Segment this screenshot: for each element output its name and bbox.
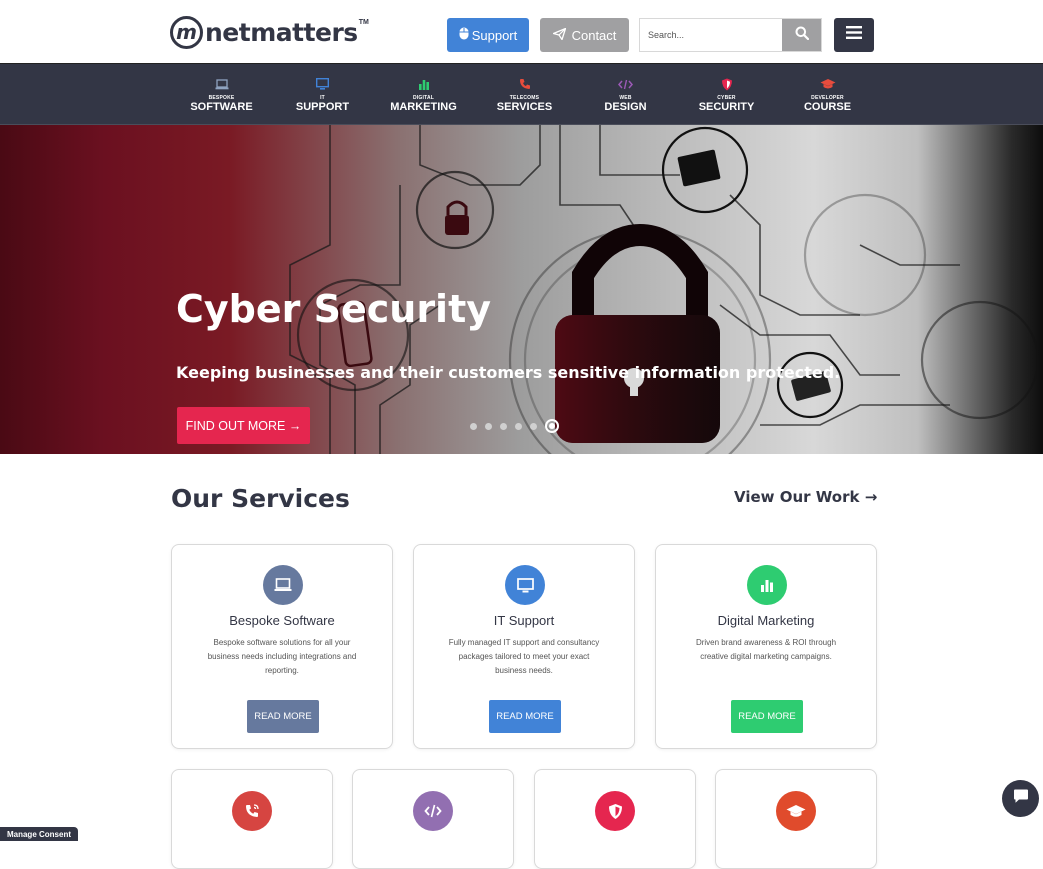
service-card-digital-marketing[interactable]: Digital Marketing Driven brand awareness… <box>655 544 877 749</box>
chat-bubble-icon <box>1013 788 1029 809</box>
nav-item-bespoke-software[interactable]: BESPOKE SOFTWARE <box>171 64 272 126</box>
nav-big-label: SUPPORT <box>295 101 350 113</box>
nav-big-label: DESIGN <box>604 101 647 113</box>
carousel-dots <box>470 419 559 433</box>
netmatters-logo[interactable]: m netmatters TM <box>170 15 369 49</box>
card-description: Driven brand awareness & ROI through cre… <box>695 638 837 661</box>
search-icon <box>795 26 809 45</box>
read-more-button[interactable]: READ MORE <box>731 700 803 733</box>
code-icon <box>413 791 453 831</box>
search-button[interactable] <box>782 19 821 51</box>
service-card-telecoms[interactable] <box>171 769 333 869</box>
nav-item-it-support[interactable]: IT SUPPORT <box>272 64 373 126</box>
carousel-dot-active[interactable] <box>545 419 559 433</box>
nav-big-label: SECURITY <box>698 101 755 113</box>
nav-big-label: COURSE <box>803 101 852 113</box>
monitor-icon <box>505 565 545 605</box>
phone-icon <box>517 77 533 91</box>
logo-mark: m <box>170 15 203 49</box>
services-nav-bar: BESPOKE SOFTWARE IT SUPPORT DIGITAL MARK… <box>0 63 1043 125</box>
hero-banner: Cyber Security Keeping businesses and th… <box>0 125 1043 454</box>
manage-consent-tab[interactable]: Manage Consent <box>0 827 78 841</box>
find-out-more-button[interactable]: FIND OUT MORE → <box>177 407 310 444</box>
contact-button[interactable]: Contact <box>540 18 629 52</box>
service-card-bespoke-software[interactable]: Bespoke Software Bespoke software soluti… <box>171 544 393 749</box>
view-our-work-link[interactable]: View Our Work → <box>734 488 877 506</box>
carousel-dot[interactable] <box>485 422 492 430</box>
service-card-cyber-security[interactable] <box>534 769 696 869</box>
phone-icon <box>232 791 272 831</box>
carousel-dot[interactable] <box>470 422 477 430</box>
card-title: Digital Marketing <box>717 613 815 628</box>
site-header: m netmatters TM Support Contact <box>0 0 1043 63</box>
laptop-icon <box>214 77 230 91</box>
card-title: IT Support <box>493 613 555 628</box>
nav-item-web-design[interactable]: WEB DESIGN <box>575 64 676 126</box>
nav-item-cyber-security[interactable]: CYBER SECURITY <box>676 64 777 126</box>
logo-text: netmatters <box>205 17 358 47</box>
hero-background-art <box>289 125 1040 454</box>
nav-item-digital-marketing[interactable]: DIGITAL MARKETING <box>373 64 474 126</box>
graduation-cap-icon <box>776 791 816 831</box>
service-card-web-design[interactable] <box>352 769 514 869</box>
services-heading: Our Services <box>171 484 350 513</box>
hamburger-icon <box>846 26 862 44</box>
nav-big-label: SOFTWARE <box>190 101 253 113</box>
chart-icon <box>747 565 787 605</box>
chat-button[interactable] <box>1002 780 1039 817</box>
nav-big-label: MARKETING <box>390 101 457 113</box>
hamburger-menu-button[interactable] <box>834 18 874 52</box>
shield-icon <box>595 791 635 831</box>
support-label: Support <box>471 27 518 43</box>
search-box <box>639 18 822 52</box>
hero-subtitle: Keeping businesses and their customers s… <box>176 363 841 382</box>
search-input[interactable] <box>640 19 782 51</box>
monitor-icon <box>315 77 331 91</box>
support-button[interactable]: Support <box>447 18 529 52</box>
carousel-dot[interactable] <box>530 422 537 430</box>
read-more-button[interactable]: READ MORE <box>489 700 561 733</box>
chart-icon <box>416 77 432 91</box>
laptop-icon <box>263 565 303 605</box>
graduation-cap-icon <box>820 77 836 91</box>
read-more-button[interactable]: READ MORE <box>247 700 319 733</box>
code-icon <box>618 77 634 91</box>
logo-trademark: TM <box>358 18 369 26</box>
mouse-icon <box>459 27 469 43</box>
card-description: Fully managed IT support and consultancy… <box>448 638 600 675</box>
shield-icon <box>719 77 735 91</box>
hero-title: Cyber Security <box>176 287 492 331</box>
carousel-dot[interactable] <box>515 422 522 430</box>
service-card-it-support[interactable]: IT Support Fully managed IT support and … <box>413 544 635 749</box>
card-title: Bespoke Software <box>229 613 335 628</box>
nav-item-telecoms-services[interactable]: TELECOMS SERVICES <box>474 64 575 126</box>
contact-label: Contact <box>571 27 617 43</box>
nav-item-developer-course[interactable]: DEVELOPER COURSE <box>777 64 878 126</box>
paper-plane-icon <box>552 27 566 43</box>
nav-big-label: SERVICES <box>496 101 553 113</box>
card-description: Bespoke software solutions for all your … <box>207 638 357 675</box>
carousel-dot[interactable] <box>500 422 507 430</box>
service-card-developer-training[interactable] <box>715 769 877 869</box>
